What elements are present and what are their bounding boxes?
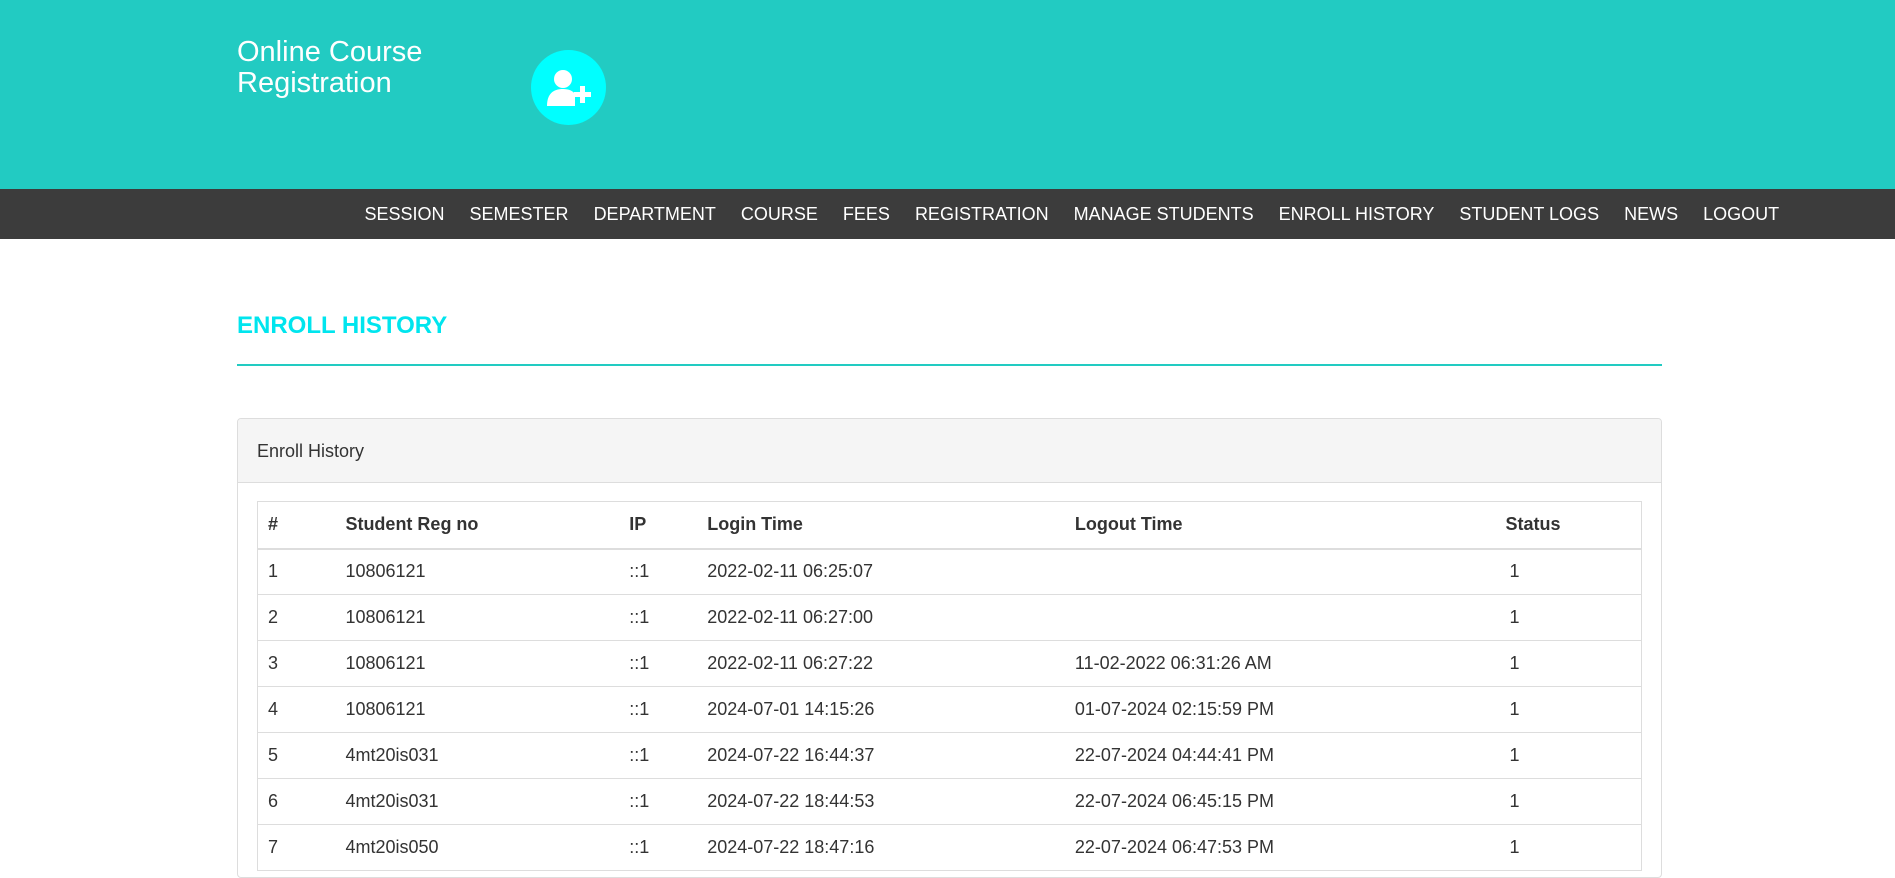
cell-status: 1	[1495, 732, 1642, 779]
table-header-row: # Student Reg no IP Login Time Logout Ti…	[257, 501, 1642, 550]
cell-login-time: 2024-07-22 16:44:37	[697, 732, 1065, 779]
panel-heading: Enroll History	[238, 419, 1661, 483]
cell-ip: ::1	[619, 594, 698, 641]
cell-status: 1	[1495, 824, 1642, 871]
cell-status: 1	[1495, 640, 1642, 687]
nav-item-student-logs[interactable]: STUDENT LOGS	[1447, 189, 1612, 239]
cell-number: 3	[257, 640, 336, 687]
nav-menu: SESSION SEMESTER DEPARTMENT COURSE FEES …	[352, 189, 1792, 239]
cell-ip: ::1	[619, 640, 698, 687]
cell-ip: ::1	[619, 824, 698, 871]
cell-logout-time	[1064, 594, 1496, 641]
cell-logout-time: 22-07-2024 04:44:41 PM	[1064, 732, 1496, 779]
page-title: ENROLL HISTORY	[237, 312, 448, 339]
table-row: 5 4mt20is031 ::1 2024-07-22 16:44:37 22-…	[257, 732, 1642, 779]
cell-logout-time: 22-07-2024 06:45:15 PM	[1064, 778, 1496, 825]
cell-login-time: 2024-07-22 18:44:53	[697, 778, 1065, 825]
cell-number: 2	[257, 594, 336, 641]
title-divider	[237, 364, 1662, 366]
cell-ip: ::1	[619, 686, 698, 733]
panel-body: # Student Reg no IP Login Time Logout Ti…	[238, 483, 1661, 877]
column-header-reg-no: Student Reg no	[335, 501, 620, 550]
cell-reg-no: 4mt20is031	[335, 732, 620, 779]
column-header-logout-time: Logout Time	[1064, 501, 1496, 550]
cell-ip: ::1	[619, 732, 698, 779]
cell-login-time: 2024-07-01 14:15:26	[697, 686, 1065, 733]
cell-status: 1	[1495, 548, 1642, 595]
cell-ip: ::1	[619, 778, 698, 825]
cell-number: 1	[257, 548, 336, 595]
cell-ip: ::1	[619, 548, 698, 595]
cell-logout-time: 11-02-2022 06:31:26 AM	[1064, 640, 1496, 687]
nav-item-fees[interactable]: FEES	[830, 189, 902, 239]
nav-item-news[interactable]: NEWS	[1612, 189, 1691, 239]
nav-item-logout[interactable]: LOGOUT	[1691, 189, 1792, 239]
nav-item-course[interactable]: COURSE	[728, 189, 830, 239]
cell-status: 1	[1495, 594, 1642, 641]
cell-login-time: 2022-02-11 06:25:07	[697, 548, 1065, 595]
cell-logout-time: 01-07-2024 02:15:59 PM	[1064, 686, 1496, 733]
brand-line-2: Registration	[237, 67, 392, 99]
site-brand[interactable]: Online Course Registration	[237, 37, 487, 99]
cell-reg-no: 10806121	[335, 686, 620, 733]
table-row: 1 10806121 ::1 2022-02-11 06:25:07 1	[257, 548, 1642, 595]
cell-reg-no: 10806121	[335, 640, 620, 687]
user-plus-icon	[546, 69, 591, 106]
column-header-login-time: Login Time	[697, 501, 1065, 550]
column-header-number: #	[257, 501, 336, 550]
column-header-ip: IP	[619, 501, 698, 550]
main-navbar: SESSION SEMESTER DEPARTMENT COURSE FEES …	[0, 189, 1895, 239]
table-row: 7 4mt20is050 ::1 2024-07-22 18:47:16 22-…	[257, 824, 1642, 871]
cell-number: 6	[257, 778, 336, 825]
nav-item-department[interactable]: DEPARTMENT	[581, 189, 728, 239]
brand-line-1: Online Course	[237, 36, 423, 68]
cell-login-time: 2022-02-11 06:27:22	[697, 640, 1065, 687]
cell-logout-time	[1064, 548, 1496, 595]
page-header: Online Course Registration	[0, 0, 1895, 189]
nav-item-enroll-history[interactable]: ENROLL HISTORY	[1266, 189, 1447, 239]
cell-reg-no: 4mt20is031	[335, 778, 620, 825]
cell-reg-no: 10806121	[335, 594, 620, 641]
cell-reg-no: 10806121	[335, 548, 620, 595]
logo	[531, 50, 606, 125]
nav-item-manage-students[interactable]: MANAGE STUDENTS	[1061, 189, 1266, 239]
table-row: 2 10806121 ::1 2022-02-11 06:27:00 1	[257, 594, 1642, 641]
nav-item-registration[interactable]: REGISTRATION	[902, 189, 1061, 239]
cell-login-time: 2024-07-22 18:47:16	[697, 824, 1065, 871]
cell-logout-time: 22-07-2024 06:47:53 PM	[1064, 824, 1496, 871]
enroll-history-panel: Enroll History # Student Reg no IP Login…	[237, 418, 1662, 878]
column-header-status: Status	[1495, 501, 1642, 550]
nav-item-session[interactable]: SESSION	[352, 189, 457, 239]
table-row: 4 10806121 ::1 2024-07-01 14:15:26 01-07…	[257, 686, 1642, 733]
nav-item-semester[interactable]: SEMESTER	[457, 189, 581, 239]
cell-number: 4	[257, 686, 336, 733]
table-row: 3 10806121 ::1 2022-02-11 06:27:22 11-02…	[257, 640, 1642, 687]
cell-login-time: 2022-02-11 06:27:00	[697, 594, 1065, 641]
cell-status: 1	[1495, 778, 1642, 825]
cell-number: 5	[257, 732, 336, 779]
enroll-history-table: # Student Reg no IP Login Time Logout Ti…	[257, 501, 1642, 871]
cell-number: 7	[257, 824, 336, 871]
cell-reg-no: 4mt20is050	[335, 824, 620, 871]
table-row: 6 4mt20is031 ::1 2024-07-22 18:44:53 22-…	[257, 778, 1642, 825]
cell-status: 1	[1495, 686, 1642, 733]
